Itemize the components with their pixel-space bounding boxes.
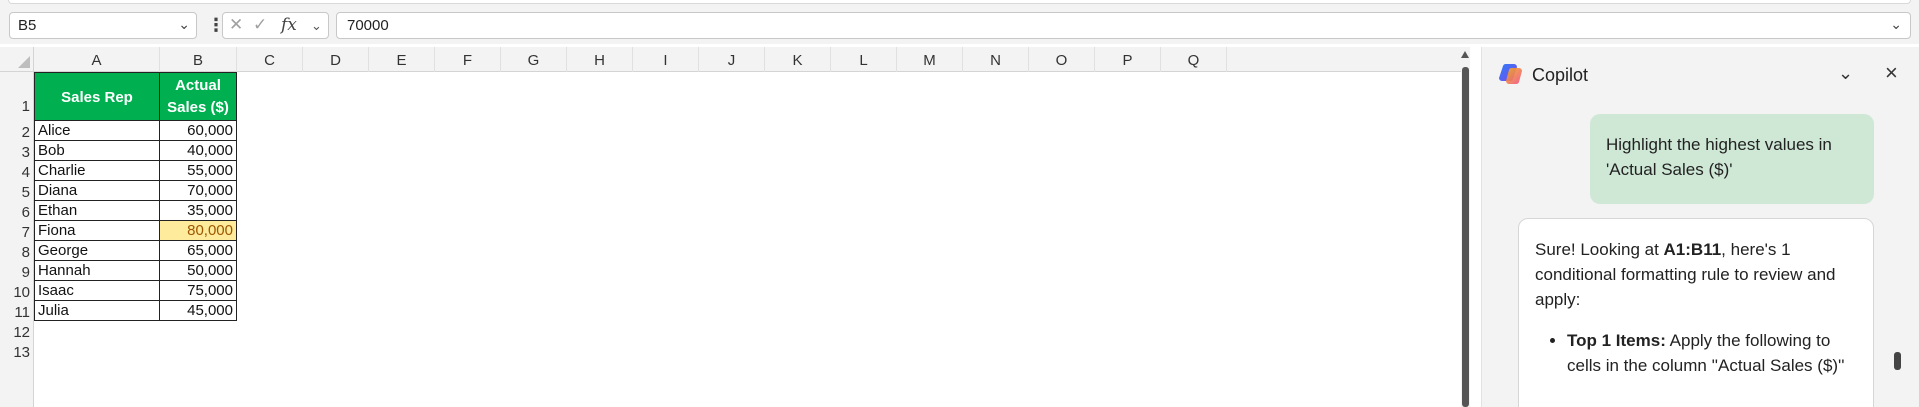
scroll-thumb[interactable] xyxy=(1462,67,1469,407)
cancel-icon[interactable]: ✕ xyxy=(229,15,243,35)
formula-value: 70000 xyxy=(347,17,389,34)
row-header-9[interactable]: 9 xyxy=(0,261,34,281)
reply-intro: Sure! Looking at A1:B11, here's 1 condit… xyxy=(1535,240,1836,309)
row-header-3[interactable]: 3 xyxy=(0,141,34,161)
column-header-d[interactable]: D xyxy=(303,47,369,72)
row-header-7[interactable]: 7 xyxy=(0,221,34,241)
formula-buttons: ✕ ✓ fx ⌄ xyxy=(222,12,329,39)
table-cell-name[interactable]: Isaac xyxy=(34,281,160,301)
column-header-f[interactable]: F xyxy=(435,47,501,72)
table-header-sales-rep[interactable]: Sales Rep xyxy=(34,72,160,121)
reply-range: A1:B11 xyxy=(1663,240,1722,259)
column-header-g[interactable]: G xyxy=(501,47,567,72)
expand-formula-icon[interactable]: ⌄ xyxy=(1890,16,1902,33)
row-header-2[interactable]: 2 xyxy=(0,121,34,141)
copilot-title: Copilot xyxy=(1532,65,1589,85)
table-cell-sales[interactable]: 75,000 xyxy=(160,281,237,301)
column-header-b[interactable]: B xyxy=(160,47,237,72)
close-icon[interactable]: × xyxy=(1885,60,1898,86)
scroll-up-arrow-icon[interactable] xyxy=(1461,51,1469,58)
table-cell-name[interactable]: Bob xyxy=(34,141,160,161)
row-header-11[interactable]: 11 xyxy=(0,301,34,321)
rule-list: Top 1 Items: Apply the following to cell… xyxy=(1535,328,1857,378)
table-cell-sales[interactable]: 40,000 xyxy=(160,141,237,161)
table-cell-sales[interactable]: 55,000 xyxy=(160,161,237,181)
ribbon-edge xyxy=(0,0,1919,8)
row-header-4[interactable]: 4 xyxy=(0,161,34,181)
column-header-h[interactable]: H xyxy=(567,47,633,72)
column-header-q[interactable]: Q xyxy=(1161,47,1227,72)
row-headers: 1 2 3 4 5 6 7 8 9 10 11 12 13 xyxy=(0,72,34,407)
column-header-e[interactable]: E xyxy=(369,47,435,72)
column-header-m[interactable]: M xyxy=(897,47,963,72)
table-cell-sales[interactable]: 60,000 xyxy=(160,121,237,141)
table-cell-name[interactable]: Hannah xyxy=(34,261,160,281)
row-header-10[interactable]: 10 xyxy=(0,281,34,301)
select-all-corner[interactable] xyxy=(0,47,34,72)
row-header-1[interactable]: 1 xyxy=(0,72,34,121)
column-headers: ABCDEFGHIJKLMNOPQ xyxy=(34,47,1470,72)
excel-window: B5 ⌄ ⋮ ✕ ✓ fx ⌄ 70000 ⌄ ABCDEFGHIJKLMNOP… xyxy=(0,0,1919,407)
table-cell-name[interactable]: Julia xyxy=(34,301,160,321)
table-cell-name[interactable]: Diana xyxy=(34,181,160,201)
worksheet[interactable]: ABCDEFGHIJKLMNOPQ 1 2 3 4 5 6 7 8 9 10 11 12 13 Sale… xyxy=(0,47,1470,407)
table-cell-name[interactable]: Ethan xyxy=(34,201,160,221)
row-header-12[interactable]: 12 xyxy=(0,321,34,341)
copilot-logo-icon xyxy=(1499,63,1522,85)
column-header-a[interactable]: A xyxy=(34,47,160,72)
more-options-icon[interactable]: ⋮ xyxy=(207,16,225,35)
row-header-8[interactable]: 8 xyxy=(0,241,34,261)
sheet-vertical-scrollbar[interactable] xyxy=(1461,47,1470,407)
formula-bar: B5 ⌄ ⋮ ✕ ✓ fx ⌄ 70000 ⌄ xyxy=(0,8,1919,44)
table-cell-name[interactable]: George xyxy=(34,241,160,261)
copilot-reply: Sure! Looking at A1:B11, here's 1 condit… xyxy=(1518,218,1874,407)
table-cell-sales[interactable]: 65,000 xyxy=(160,241,237,261)
column-header-j[interactable]: J xyxy=(699,47,765,72)
name-box[interactable]: B5 ⌄ xyxy=(9,12,197,39)
insert-function-icon[interactable]: fx xyxy=(281,15,297,35)
chevron-down-icon[interactable]: ⌄ xyxy=(178,16,190,33)
column-header-l[interactable]: L xyxy=(831,47,897,72)
name-box-value: B5 xyxy=(18,17,37,34)
column-header-o[interactable]: O xyxy=(1029,47,1095,72)
column-header-p[interactable]: P xyxy=(1095,47,1161,72)
user-message: Highlight the highest values in 'Actual … xyxy=(1590,114,1874,204)
copilot-scroll-thumb[interactable] xyxy=(1894,352,1901,370)
formula-input[interactable]: 70000 ⌄ xyxy=(336,12,1911,39)
table-cell-sales[interactable]: 35,000 xyxy=(160,201,237,221)
table-cell-name[interactable]: Alice xyxy=(34,121,160,141)
copilot-pane: Copilot ⌄ × Highlight the highest values… xyxy=(1481,47,1919,407)
row-header-5[interactable]: 5 xyxy=(0,181,34,201)
table-cell-name[interactable]: Charlie xyxy=(34,161,160,181)
column-header-i[interactable]: I xyxy=(633,47,699,72)
table-header-actual-sales[interactable]: Actual Sales ($) xyxy=(160,72,237,121)
enter-check-icon[interactable]: ✓ xyxy=(253,15,267,35)
table-cell-sales[interactable]: 45,000 xyxy=(160,301,237,321)
column-header-n[interactable]: N xyxy=(963,47,1029,72)
rule-item: Top 1 Items: Apply the following to cell… xyxy=(1567,328,1857,378)
table-cell-sales[interactable]: 80,000 xyxy=(160,221,237,241)
table-cell-sales[interactable]: 70,000 xyxy=(160,181,237,201)
column-header-k[interactable]: K xyxy=(765,47,831,72)
row-header-6[interactable]: 6 xyxy=(0,201,34,221)
chevron-down-icon[interactable]: ⌄ xyxy=(1838,63,1853,84)
table-cell-name[interactable]: Fiona xyxy=(34,221,160,241)
chevron-down-icon[interactable]: ⌄ xyxy=(311,18,322,34)
table-cell-sales[interactable]: 50,000 xyxy=(160,261,237,281)
column-header-c[interactable]: C xyxy=(237,47,303,72)
row-header-13[interactable]: 13 xyxy=(0,341,34,361)
